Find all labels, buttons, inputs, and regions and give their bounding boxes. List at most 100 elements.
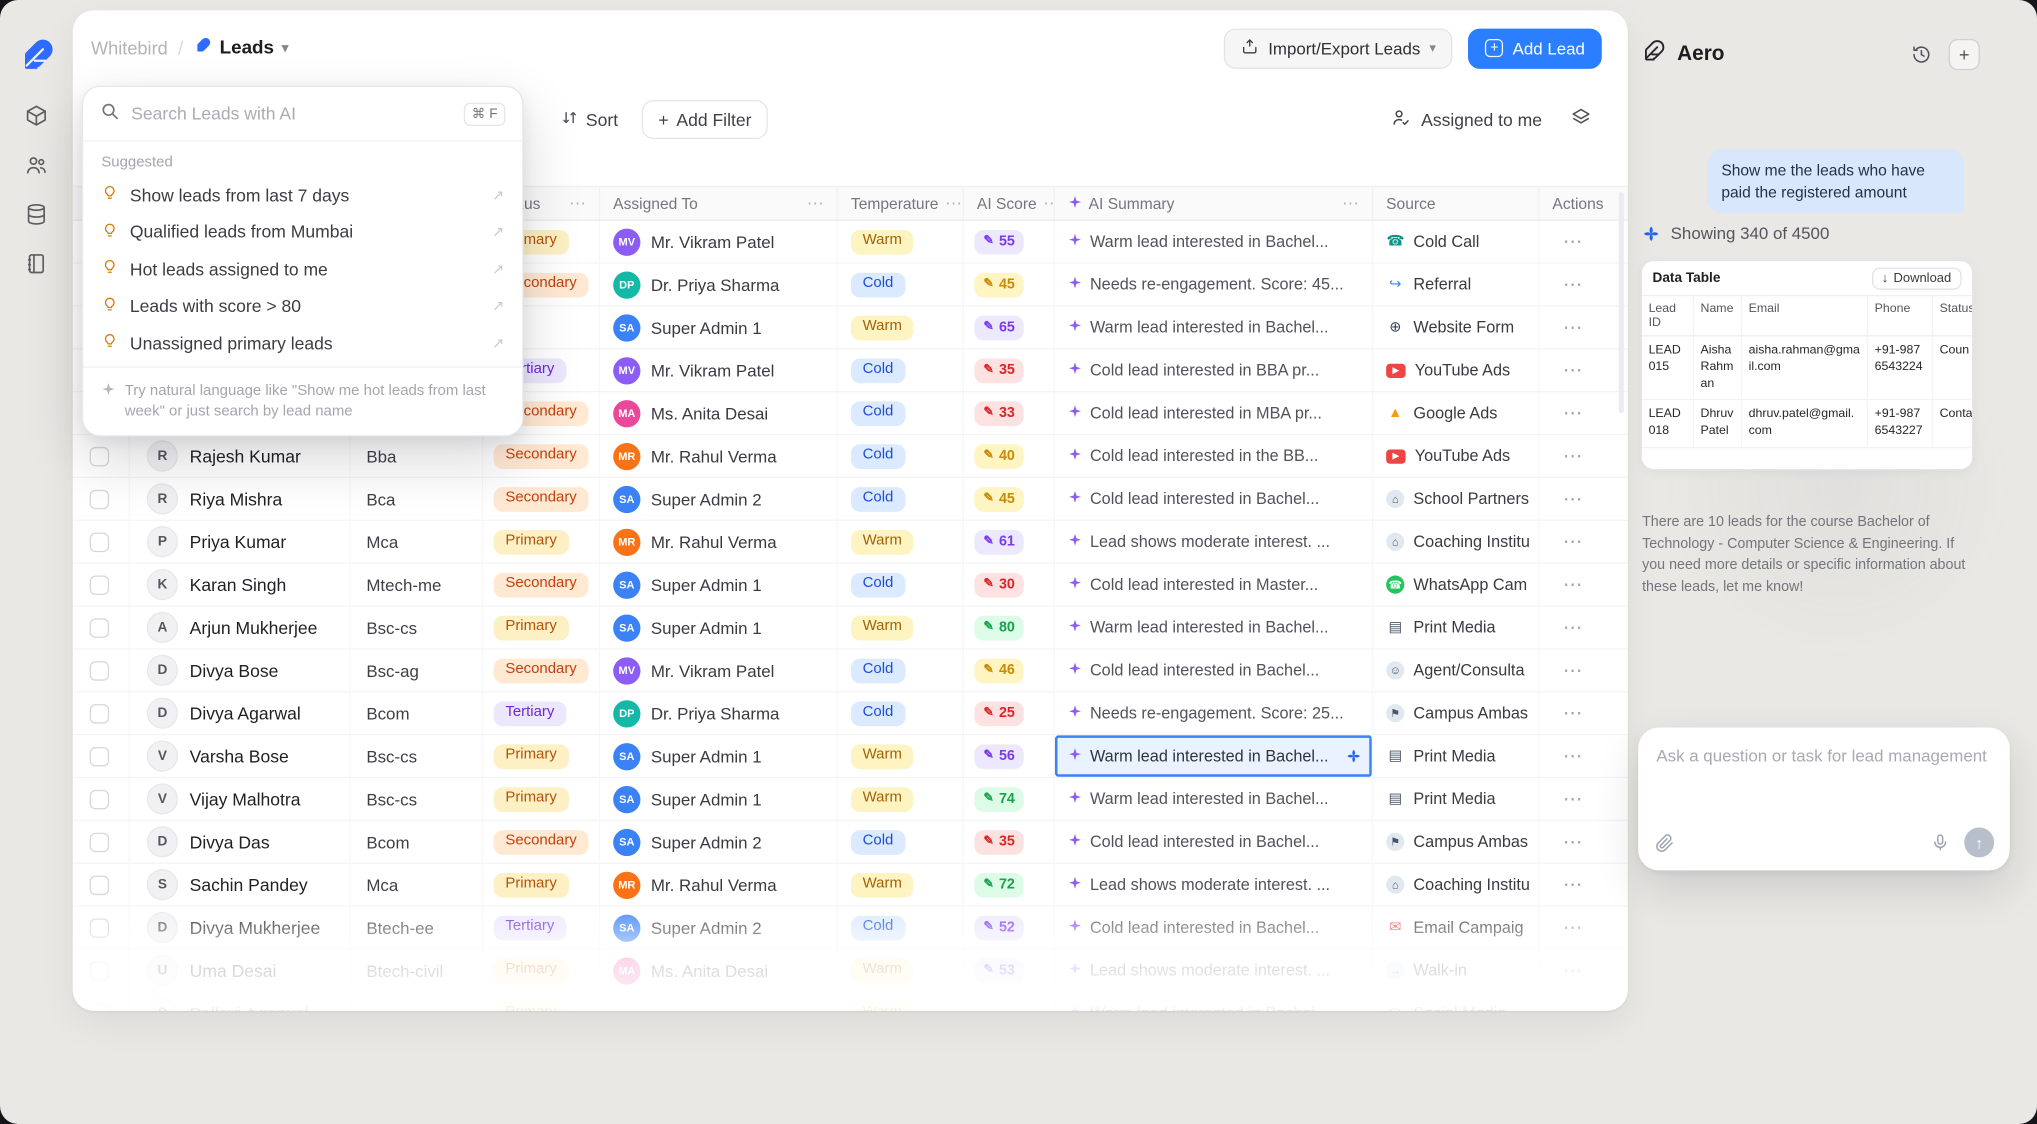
search-suggestion-item[interactable]: Unassigned primary leads↗ (83, 325, 522, 362)
row-checkbox[interactable] (90, 1004, 109, 1011)
row-actions-button[interactable]: ⋯ (1539, 950, 1627, 992)
ai-score-badge[interactable]: ✎72 (974, 872, 1024, 897)
import-export-button[interactable]: Import/Export Leads ▾ (1224, 28, 1453, 68)
row-actions-button[interactable]: ⋯ (1539, 993, 1627, 1011)
column-menu-icon[interactable]: ⋯ (569, 193, 586, 214)
ai-summary-cell[interactable]: Cold lead interested in Bachel... (1055, 821, 1373, 863)
row-actions-button[interactable]: ⋯ (1539, 478, 1627, 520)
row-actions-button[interactable]: ⋯ (1539, 778, 1627, 820)
rail-box-icon[interactable] (25, 104, 48, 127)
ai-score-badge[interactable]: ✎52 (974, 915, 1024, 940)
history-button[interactable] (1911, 44, 1932, 65)
row-actions-button[interactable]: ⋯ (1539, 264, 1627, 306)
ai-summary-cell[interactable]: Cold lead interested in Master... (1055, 564, 1373, 606)
sort-button[interactable]: Sort (561, 109, 618, 130)
add-filter-button[interactable]: + Add Filter (641, 100, 768, 139)
ai-summary-cell[interactable]: Needs re-engagement. Score: 45... (1055, 264, 1373, 306)
ai-summary-cell[interactable]: Cold lead interested in Bachel... (1055, 478, 1373, 520)
table-row[interactable]: SSachin PandeyMcaPrimaryMRMr. Rahul Verm… (73, 864, 1628, 907)
view-options-button[interactable] (1571, 106, 1592, 133)
search-suggestion-item[interactable]: Hot leads assigned to me↗ (83, 251, 522, 288)
row-actions-button[interactable]: ⋯ (1539, 735, 1627, 777)
row-checkbox[interactable] (90, 532, 109, 551)
row-actions-button[interactable]: ⋯ (1539, 692, 1627, 734)
row-checkbox[interactable] (90, 961, 109, 980)
row-actions-button[interactable]: ⋯ (1539, 907, 1627, 949)
table-row[interactable]: UUma DesaiBtech-civilPrimaryMAMs. Anita … (73, 950, 1628, 993)
table-row[interactable]: VVijay MalhotraBsc-csPrimarySASuper Admi… (73, 778, 1628, 821)
ai-score-badge[interactable]: ✎30 (974, 572, 1024, 597)
ai-score-badge[interactable]: ✎80 (974, 615, 1024, 640)
ai-summary-cell[interactable]: Warm lead interested in Bachel... (1055, 735, 1373, 777)
ai-score-badge[interactable]: ✎55 (974, 229, 1024, 254)
ai-score-badge[interactable]: ✎45 (974, 272, 1024, 297)
column-menu-icon[interactable]: ⋯ (1342, 193, 1359, 214)
row-checkbox[interactable] (90, 446, 109, 465)
table-row[interactable]: PPriya KumarMcaPrimaryMRMr. Rahul VermaW… (73, 521, 1628, 564)
row-actions-button[interactable]: ⋯ (1539, 607, 1627, 649)
leads-dropdown[interactable]: Leads ▾ (194, 36, 289, 59)
ai-summary-cell[interactable]: Needs re-engagement. Score: 25... (1055, 692, 1373, 734)
ai-summary-cell[interactable]: Lead shows moderate interest. ... (1055, 950, 1373, 992)
table-row[interactable]: AArjun MukherjeeBsc-csPrimarySASuper Adm… (73, 607, 1628, 650)
row-actions-button[interactable]: ⋯ (1539, 821, 1627, 863)
rail-users-icon[interactable] (25, 153, 48, 176)
ai-score-badge[interactable]: ✎33 (974, 401, 1024, 426)
ai-summary-cell[interactable]: Cold lead interested in the BB... (1055, 435, 1373, 477)
table-row[interactable]: DDivya AgarwalBcomTertiaryDPDr. Priya Sh… (73, 692, 1628, 735)
rail-database-icon[interactable] (25, 203, 48, 226)
row-actions-button[interactable]: ⋯ (1539, 650, 1627, 692)
row-checkbox[interactable] (90, 489, 109, 508)
search-suggestion-item[interactable]: Leads with score > 80↗ (83, 288, 522, 325)
table-row[interactable]: DDivya BoseBsc-agSecondaryMVMr. Vikram P… (73, 650, 1628, 693)
search-input[interactable] (131, 104, 452, 123)
row-actions-button[interactable]: ⋯ (1539, 307, 1627, 349)
row-actions-button[interactable]: ⋯ (1539, 221, 1627, 263)
row-checkbox[interactable] (90, 918, 109, 937)
ai-score-badge[interactable]: ✎65 (974, 315, 1024, 340)
table-row[interactable]: KKaran SinghMtech-meSecondarySASuper Adm… (73, 564, 1628, 607)
table-row[interactable]: PPallavi AgarwalPrimaryWarmWarm lead int… (73, 993, 1628, 1011)
row-checkbox[interactable] (90, 746, 109, 765)
table-row[interactable]: DDivya DasBcomSecondarySASuper Admin 2Co… (73, 821, 1628, 864)
row-actions-button[interactable]: ⋯ (1539, 435, 1627, 477)
breadcrumb-app[interactable]: Whitebird (91, 38, 168, 59)
table-row[interactable]: DDivya MukherjeeBtech-eeTertiarySASuper … (73, 907, 1628, 950)
table-row[interactable]: RRiya MishraBcaSecondarySASuper Admin 2C… (73, 478, 1628, 521)
column-menu-icon[interactable]: ⋯ (1043, 193, 1055, 214)
assigned-to-me-filter[interactable]: Assigned to me (1391, 108, 1542, 131)
row-checkbox[interactable] (90, 789, 109, 808)
row-checkbox[interactable] (90, 703, 109, 722)
send-button[interactable]: ↑ (1964, 828, 1994, 858)
row-checkbox[interactable] (90, 618, 109, 637)
column-menu-icon[interactable]: ⋯ (807, 193, 824, 214)
ai-score-badge[interactable]: ✎25 (974, 701, 1024, 726)
row-actions-button[interactable]: ⋯ (1539, 864, 1627, 906)
ai-summary-cell[interactable]: Warm lead interested in Bachel... (1055, 993, 1373, 1011)
ai-score-badge[interactable]: ✎45 (974, 487, 1024, 512)
ai-summary-cell[interactable]: Cold lead interested in BBA pr... (1055, 349, 1373, 391)
row-checkbox[interactable] (90, 575, 109, 594)
table-row[interactable]: VVarsha BoseBsc-csPrimarySASuper Admin 1… (73, 735, 1628, 778)
row-actions-button[interactable]: ⋯ (1539, 564, 1627, 606)
row-actions-button[interactable]: ⋯ (1539, 521, 1627, 563)
table-row[interactable]: RRajesh KumarBbaSecondaryMRMr. Rahul Ver… (73, 435, 1628, 478)
ai-score-badge[interactable]: ✎46 (974, 658, 1024, 683)
ai-summary-cell[interactable]: Lead shows moderate interest. ... (1055, 521, 1373, 563)
microphone-button[interactable] (1930, 833, 1949, 852)
ai-summary-cell[interactable]: Cold lead interested in Bachel... (1055, 650, 1373, 692)
search-suggestion-item[interactable]: Show leads from last 7 days↗ (83, 177, 522, 214)
ai-summary-cell[interactable]: Cold lead interested in MBA pr... (1055, 392, 1373, 434)
row-checkbox[interactable] (90, 875, 109, 894)
table-scrollbar[interactable] (1619, 192, 1624, 413)
add-lead-button[interactable]: + Add Lead (1468, 28, 1601, 68)
rail-notebook-icon[interactable] (25, 252, 48, 275)
ai-summary-cell[interactable]: Warm lead interested in Bachel... (1055, 307, 1373, 349)
ai-score-badge[interactable]: ✎56 (974, 744, 1024, 769)
row-actions-button[interactable]: ⋯ (1539, 392, 1627, 434)
column-menu-icon[interactable]: ⋯ (945, 193, 962, 214)
search-suggestion-item[interactable]: Qualified leads from Mumbai↗ (83, 214, 522, 251)
chat-input[interactable] (1656, 746, 1991, 765)
attachment-button[interactable] (1655, 833, 1674, 852)
ai-score-badge[interactable]: ✎61 (974, 529, 1024, 554)
